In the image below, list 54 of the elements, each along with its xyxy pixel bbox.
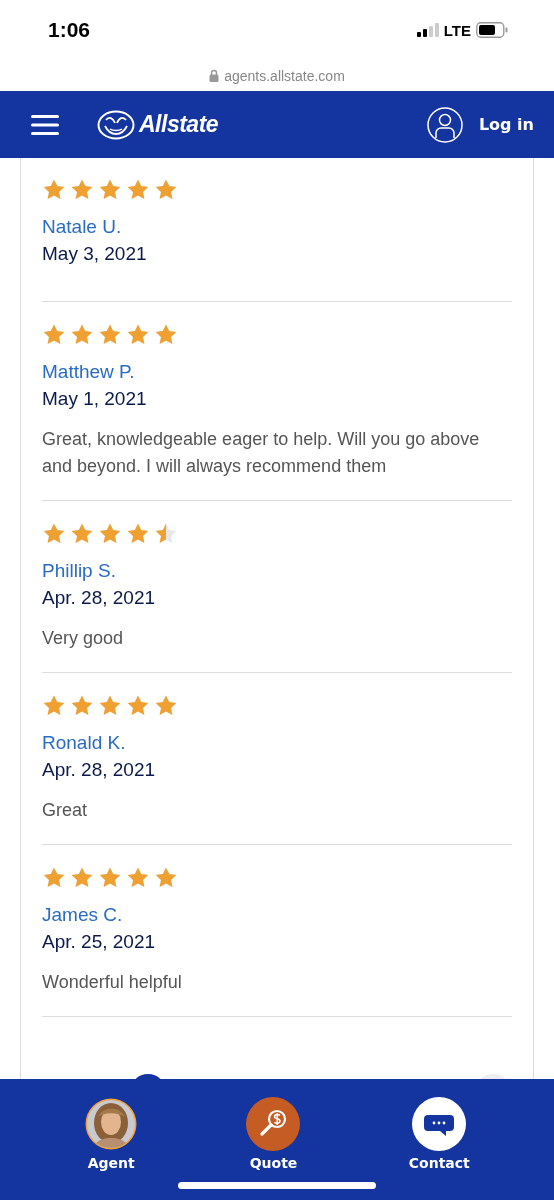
star-icon [98,178,122,201]
star-icon [98,694,122,717]
star-icon [42,323,66,346]
menu-icon[interactable] [31,114,59,135]
review-date: Apr. 28, 2021 [42,758,157,782]
battery-icon [476,22,508,38]
star-icon [126,178,150,201]
star-icon [42,866,66,889]
url-text[interactable]: agents.allstate.com [224,67,345,84]
star-icon [126,866,150,889]
star-icon [70,178,94,201]
lock-icon [209,69,220,82]
nav-button[interactable]: Quote [246,1097,301,1171]
star-icon [154,866,178,889]
review-text: Great, knowledgeable eager to help. Will you go above and beyond. I will always recommend them [42,428,481,478]
star-icon [42,522,66,545]
nav-button[interactable]: Contact [408,1097,470,1171]
star-icon [154,522,178,545]
star-icon [126,323,150,346]
status-time: 1:06 [48,18,91,42]
star-icon [70,694,94,717]
star-icon [154,323,178,346]
star-icon [154,694,178,717]
review-date: Apr. 25, 2021 [42,930,157,954]
reviewer-name-link[interactable]: Phillip S. [42,559,116,583]
review-text: Wonderful helpful [42,971,183,994]
review-text: Very good [42,627,125,650]
brand-name[interactable]: Allstate [139,111,219,138]
star-icon [126,694,150,717]
star-icon [154,178,178,201]
magnifier-dollar-icon [246,1097,301,1151]
login-link[interactable]: Log in [478,115,534,134]
reviewer-name-link[interactable]: James C. [42,903,123,927]
review-date: May 3, 2021 [42,242,148,266]
review-date: May 1, 2021 [42,387,148,411]
star-icon [98,323,122,346]
star-icon [70,522,94,545]
star-icon [42,694,66,717]
nav-button[interactable]: Agent [84,1097,139,1171]
signal-icon [416,23,439,37]
review-text: Great [42,799,89,822]
chat-icon [412,1097,467,1151]
reviewer-name-link[interactable]: Matthew P. [42,360,135,384]
user-icon[interactable] [426,106,463,143]
star-icon [42,178,66,201]
star-icon [126,522,150,545]
star-icon [70,323,94,346]
star-icon [98,522,122,545]
network-label: LTE [443,21,471,39]
star-icon [98,866,122,889]
reviewer-name-link[interactable]: Ronald K. [42,731,126,755]
star-icon [70,866,94,889]
review-date: Apr. 28, 2021 [42,586,157,610]
reviewer-name-link[interactable]: Natale U. [42,215,122,239]
